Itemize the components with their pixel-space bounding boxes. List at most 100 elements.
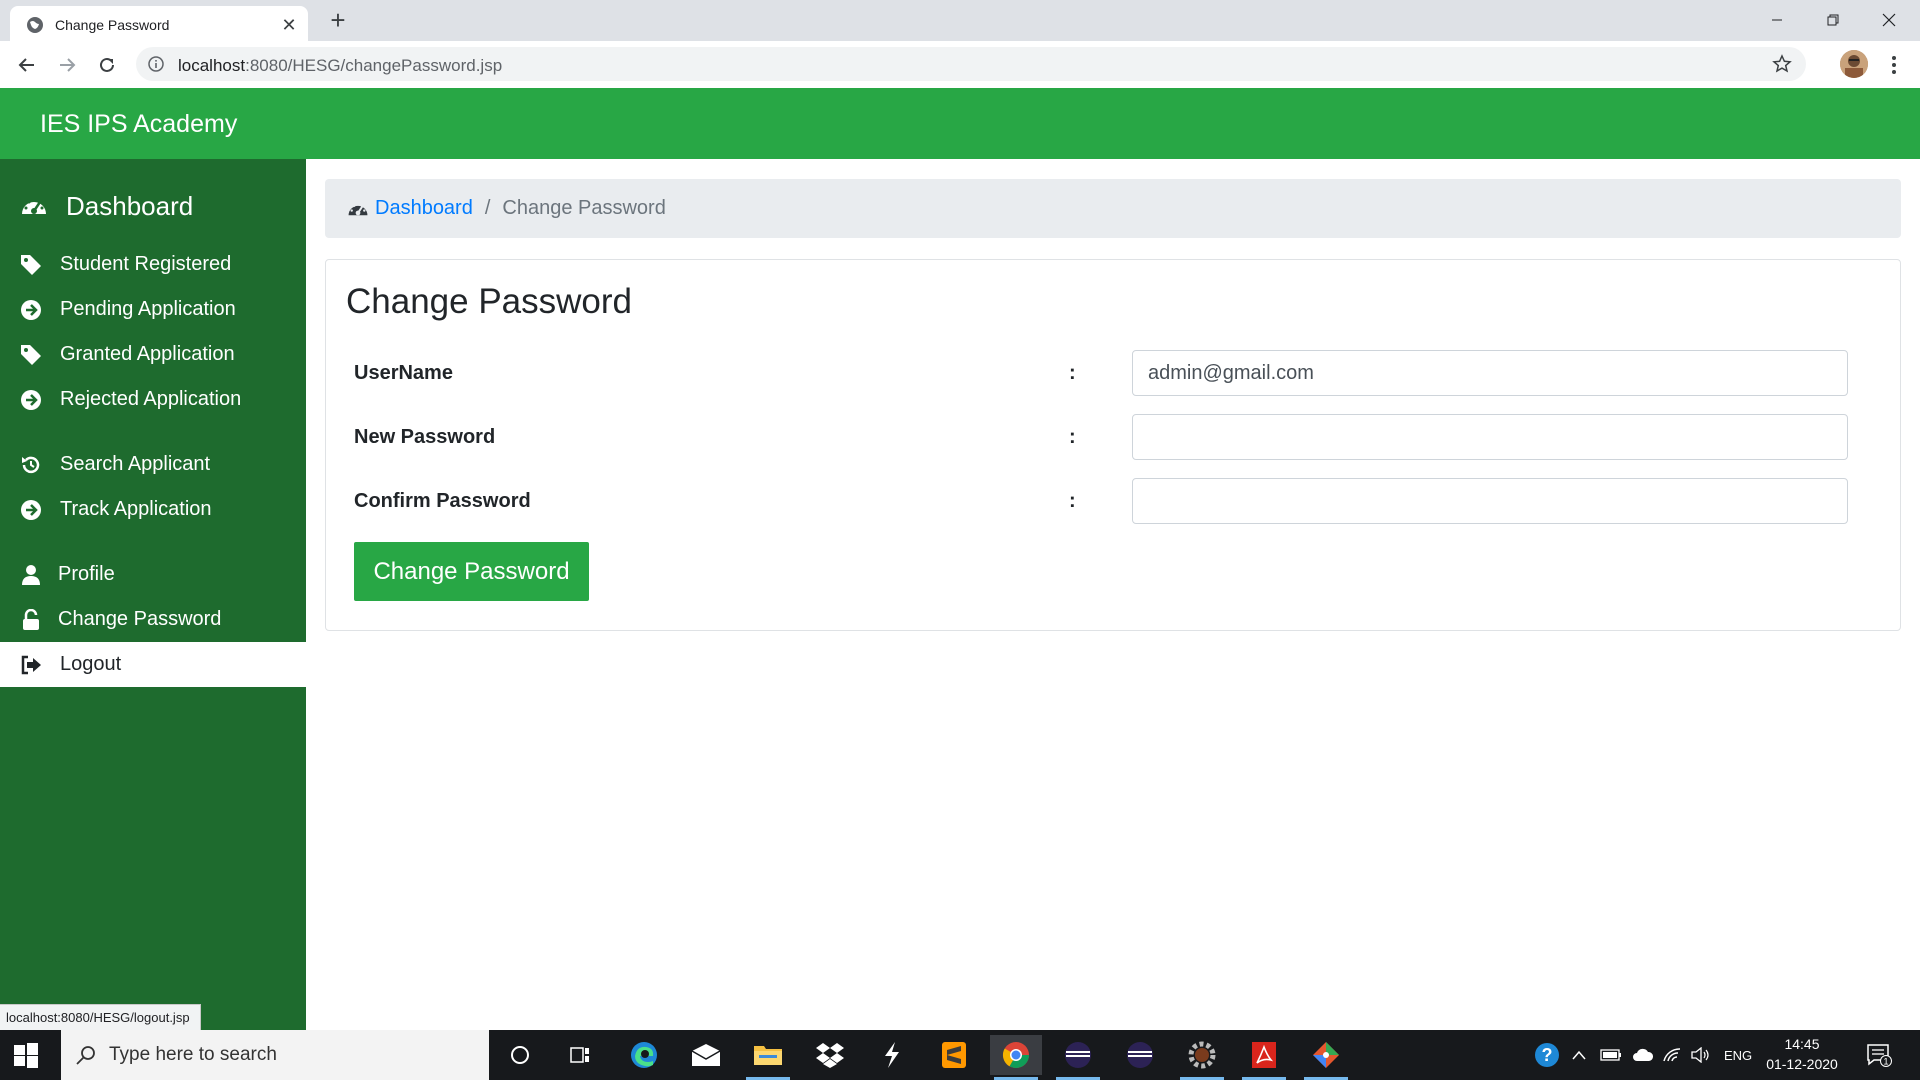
close-window-icon[interactable] — [1866, 0, 1912, 40]
file-explorer-icon[interactable] — [742, 1035, 794, 1080]
notification-count: 1 — [1883, 1057, 1888, 1067]
username-field[interactable] — [1132, 350, 1848, 396]
forward-arrow-icon[interactable] — [54, 52, 80, 78]
back-arrow-icon[interactable] — [14, 52, 40, 78]
chrome-icon[interactable] — [990, 1035, 1042, 1080]
address-bar[interactable]: localhost:8080/HESG/changePassword.jsp — [136, 47, 1806, 81]
new-password-field[interactable] — [1132, 414, 1848, 460]
sidebar-item-pending-application[interactable]: Pending Application — [0, 287, 306, 332]
taskbar-search-box[interactable]: Type here to search — [61, 1030, 489, 1080]
wifi-icon[interactable] — [1662, 1030, 1682, 1080]
task-view-icon[interactable] — [554, 1035, 606, 1075]
confirm-password-row: Confirm Password : — [354, 478, 1848, 526]
tag-icon — [20, 344, 42, 366]
sidebar-item-track-application[interactable]: Track Application — [0, 487, 306, 532]
sidebar-item-label: Student Registered — [60, 253, 232, 275]
sidebar: Dashboard Student Registered Pending App… — [0, 159, 306, 1030]
sidebar-item-label: Profile — [58, 563, 115, 585]
sidebar-item-label: Granted Application — [60, 343, 235, 365]
browser-tabstrip: Change Password ✕ + — [0, 0, 1920, 41]
browser-toolbar: localhost:8080/HESG/changePassword.jsp — [0, 41, 1920, 89]
url-text: localhost:8080/HESG/changePassword.jsp — [178, 56, 502, 76]
sidebar-item-label: Change Password — [58, 608, 222, 630]
browser-menu-icon[interactable] — [1888, 53, 1900, 77]
change-password-card: Change Password UserName : New Password … — [325, 259, 1901, 631]
edge-icon[interactable] — [618, 1035, 670, 1075]
arrow-circle-right-icon — [20, 499, 42, 521]
sidebar-item-search-applicant[interactable]: Search Applicant — [0, 442, 306, 487]
onedrive-cloud-icon[interactable] — [1632, 1030, 1654, 1080]
search-icon — [76, 1046, 95, 1065]
sublime-text-icon[interactable] — [928, 1035, 980, 1075]
sidebar-item-label: Search Applicant — [60, 453, 211, 475]
cortana-icon[interactable] — [494, 1035, 546, 1075]
dropbox-icon[interactable] — [804, 1035, 856, 1075]
confirm-password-field[interactable] — [1132, 478, 1848, 524]
globe-favicon-icon — [27, 17, 43, 33]
dashboard-gauge-icon — [20, 192, 48, 220]
volume-icon[interactable] — [1690, 1030, 1710, 1080]
windows-start-icon[interactable] — [12, 1041, 40, 1069]
taskbar-clock[interactable]: 14:45 01-12-2020 — [1762, 1034, 1842, 1074]
sidebar-item-label: Dashboard — [66, 190, 194, 221]
tab-close-icon[interactable]: ✕ — [280, 16, 298, 34]
new-tab-icon[interactable]: + — [326, 7, 350, 33]
field-colon: : — [1069, 426, 1076, 448]
tag-icon — [20, 254, 42, 276]
clock-time: 14:45 — [1784, 1036, 1820, 1052]
battery-icon[interactable] — [1600, 1030, 1622, 1080]
bookmark-star-icon[interactable] — [1772, 54, 1792, 74]
restore-icon[interactable] — [1810, 0, 1856, 40]
breadcrumb: Dashboard / Change Password — [325, 179, 1901, 238]
acrobat-pdf-icon[interactable] — [1238, 1035, 1290, 1080]
bolt-app-icon[interactable] — [866, 1035, 918, 1075]
change-password-button[interactable]: Change Password — [354, 542, 589, 601]
sidebar-item-profile[interactable]: Profile — [0, 552, 306, 597]
user-icon — [20, 564, 42, 586]
app-header: IES IPS Academy — [0, 88, 1920, 159]
url-path: :8080/HESG/changePassword.jsp — [245, 56, 503, 75]
new-password-row: New Password : — [354, 414, 1848, 462]
dashboard-gauge-icon — [348, 202, 368, 215]
help-icon[interactable]: ? — [1533, 1030, 1561, 1080]
username-label: UserName — [354, 362, 453, 384]
eclipse-icon[interactable] — [1052, 1035, 1104, 1080]
breadcrumb-dashboard-link[interactable]: Dashboard — [375, 197, 473, 220]
sidebar-item-granted-application[interactable]: Granted Application — [0, 332, 306, 377]
profile-avatar[interactable] — [1840, 50, 1868, 78]
page-title: Change Password — [346, 282, 632, 321]
sidebar-item-label: Track Application — [60, 498, 212, 520]
confirm-password-label: Confirm Password — [354, 490, 531, 512]
language-indicator[interactable]: ENG — [1724, 1030, 1752, 1080]
new-password-label: New Password — [354, 426, 496, 448]
sidebar-item-student-registered[interactable]: Student Registered — [0, 242, 306, 287]
sidebar-item-label: Pending Application — [60, 298, 236, 320]
sign-out-icon — [20, 654, 42, 676]
url-host: localhost — [178, 56, 246, 75]
brand-title[interactable]: IES IPS Academy — [40, 110, 237, 139]
svg-text:?: ? — [1542, 1045, 1553, 1065]
chevron-up-icon[interactable] — [1572, 1030, 1586, 1080]
git-app-icon[interactable] — [1300, 1035, 1352, 1080]
eclipse-alt-icon[interactable] — [1114, 1035, 1166, 1075]
sidebar-item-logout[interactable]: Logout — [0, 642, 306, 687]
sidebar-item-dashboard[interactable]: Dashboard — [0, 176, 306, 236]
arrow-circle-right-icon — [20, 299, 42, 321]
site-info-icon[interactable] — [148, 56, 164, 72]
gear-app-icon[interactable] — [1176, 1035, 1228, 1080]
taskbar-search-placeholder: Type here to search — [109, 1044, 277, 1065]
reload-icon[interactable] — [94, 52, 120, 78]
sidebar-item-change-password[interactable]: Change Password — [0, 597, 306, 642]
mail-icon[interactable] — [680, 1035, 732, 1075]
sidebar-item-label: Logout — [60, 653, 122, 675]
link-status-url: localhost:8080/HESG/logout.jsp — [0, 1004, 201, 1031]
tab-title: Change Password — [55, 17, 170, 33]
minimize-icon[interactable] — [1754, 0, 1800, 40]
unlock-icon — [20, 608, 42, 631]
notification-center-icon[interactable]: 1 — [1866, 1043, 1892, 1067]
browser-tab[interactable]: Change Password ✕ — [10, 6, 308, 41]
sidebar-item-label: Rejected Application — [60, 388, 242, 410]
clock-date: 01-12-2020 — [1766, 1056, 1838, 1072]
sidebar-item-rejected-application[interactable]: Rejected Application — [0, 377, 306, 422]
breadcrumb-separator: / — [484, 197, 491, 219]
